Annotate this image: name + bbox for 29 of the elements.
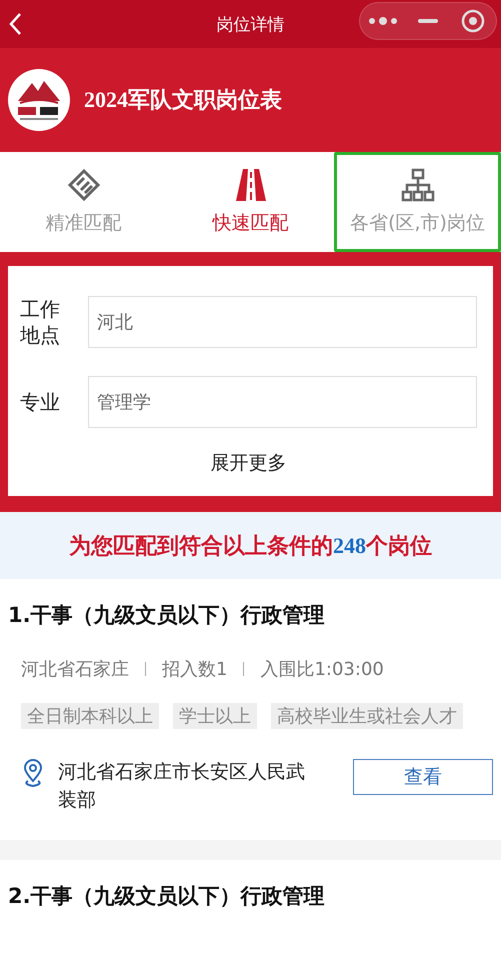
job-meta: 河北省石家庄	[21, 658, 129, 681]
road-icon	[234, 168, 268, 202]
requirement-tag: 高校毕业生或社会人才	[271, 703, 463, 729]
tab[interactable]: 精准匹配	[0, 152, 167, 252]
input-field[interactable]: 管理学	[88, 376, 477, 428]
job-address: 河北省石家庄市长安区人民武装部	[58, 760, 306, 813]
logo-icon	[8, 69, 70, 131]
job-title: 2.干事（九级文员以下）行政管理	[8, 883, 326, 910]
hierarchy-icon	[400, 168, 434, 202]
requirement-tag: 全日制本科以上	[21, 703, 159, 729]
tab[interactable]: 各省(区,市)岗位	[334, 152, 501, 252]
field-label: 工作地点	[20, 296, 61, 348]
result-summary: 为您匹配到符合以上条件的248个岗位	[0, 512, 501, 579]
tab[interactable]: 快速匹配	[167, 152, 334, 252]
expand-more-link[interactable]: 展开更多	[210, 450, 286, 496]
field-label: 专业	[20, 389, 61, 415]
more-icon[interactable]	[368, 16, 398, 26]
back-icon[interactable]	[8, 12, 22, 36]
job-meta: 入围比1:03:00	[260, 658, 384, 681]
close-icon[interactable]	[461, 9, 486, 33]
requirement-tag: 学士以上	[173, 703, 257, 729]
window-title: 岗位详情	[216, 14, 286, 36]
job-meta: 招入数1	[162, 658, 228, 681]
input-field[interactable]: 河北	[88, 296, 477, 348]
banner-title: 2024军队文职岗位表	[84, 86, 282, 114]
location-pin-icon	[22, 759, 44, 789]
view-button[interactable]: 查看	[353, 759, 493, 795]
minimize-icon[interactable]	[418, 19, 438, 23]
job-title: 1.干事（九级文员以下）行政管理	[8, 602, 326, 629]
